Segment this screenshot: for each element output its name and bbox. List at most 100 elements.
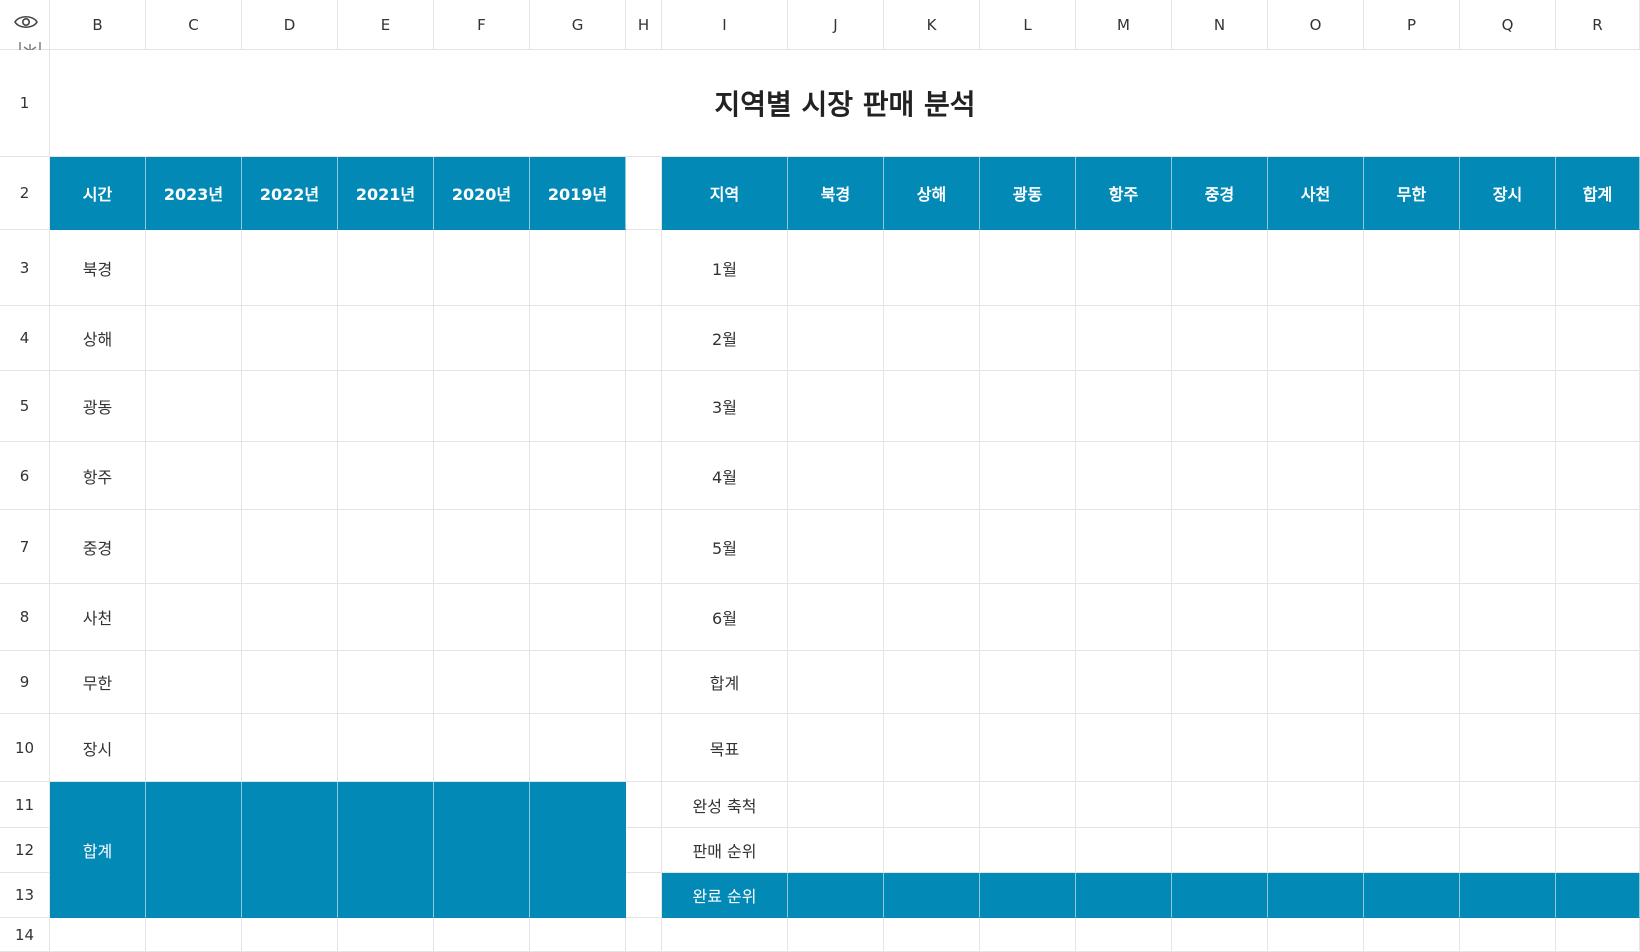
cell-l11[interactable] (980, 782, 1076, 828)
cell-g4[interactable] (530, 306, 626, 371)
column-header-p[interactable]: P (1364, 0, 1460, 50)
cell-g8[interactable] (530, 584, 626, 651)
cell-q7[interactable] (1460, 510, 1556, 584)
cell-n5[interactable] (1172, 371, 1268, 442)
row-header-9[interactable]: 9 (0, 651, 50, 714)
cell-h14[interactable] (626, 918, 662, 952)
total-value-cell[interactable] (338, 782, 434, 918)
cell-r14[interactable] (1556, 918, 1640, 952)
cell-l14[interactable] (980, 918, 1076, 952)
cell-c5[interactable] (146, 371, 242, 442)
month-label-cell[interactable]: 합계 (662, 651, 788, 714)
row-header-2[interactable]: 2 (0, 157, 50, 230)
row-header-5[interactable]: 5 (0, 371, 50, 442)
cell-r13[interactable] (1556, 873, 1640, 918)
region-label-cell[interactable]: 사천 (50, 584, 146, 651)
cell-m3[interactable] (1076, 230, 1172, 306)
cell-m12[interactable] (1076, 828, 1172, 873)
cell-p5[interactable] (1364, 371, 1460, 442)
region-label-cell[interactable]: 항주 (50, 442, 146, 510)
cell-g10[interactable] (530, 714, 626, 782)
cell-r11[interactable] (1556, 782, 1640, 828)
cell-g14[interactable] (530, 918, 626, 952)
cell-j5[interactable] (788, 371, 884, 442)
total-value-cell[interactable] (530, 782, 626, 918)
cell-i14[interactable] (662, 918, 788, 952)
cell-e7[interactable] (338, 510, 434, 584)
cell-q9[interactable] (1460, 651, 1556, 714)
cell-n8[interactable] (1172, 584, 1268, 651)
cell-j6[interactable] (788, 442, 884, 510)
cell-r6[interactable] (1556, 442, 1640, 510)
cell-h11[interactable] (626, 782, 662, 828)
row-header-8[interactable]: 8 (0, 584, 50, 651)
cell-r4[interactable] (1556, 306, 1640, 371)
row-header-4[interactable]: 4 (0, 306, 50, 371)
column-header-m[interactable]: M (1076, 0, 1172, 50)
right-header-cell[interactable]: 장시 (1460, 157, 1556, 230)
cell-k9[interactable] (884, 651, 980, 714)
cell-k13[interactable] (884, 873, 980, 918)
month-label-cell[interactable]: 4월 (662, 442, 788, 510)
cell-c6[interactable] (146, 442, 242, 510)
cell-l5[interactable] (980, 371, 1076, 442)
cell-l8[interactable] (980, 584, 1076, 651)
cell-c10[interactable] (146, 714, 242, 782)
cell-n9[interactable] (1172, 651, 1268, 714)
cell-q14[interactable] (1460, 918, 1556, 952)
row-header-3[interactable]: 3 (0, 230, 50, 306)
left-header-cell[interactable]: 2019년 (530, 157, 626, 230)
cell-o10[interactable] (1268, 714, 1364, 782)
cell-c8[interactable] (146, 584, 242, 651)
row-header-12[interactable]: 12 (0, 828, 50, 873)
right-header-cell[interactable]: 북경 (788, 157, 884, 230)
cell-p4[interactable] (1364, 306, 1460, 371)
row-header-13[interactable]: 13 (0, 873, 50, 918)
cell-j3[interactable] (788, 230, 884, 306)
cell-k14[interactable] (884, 918, 980, 952)
cell-k3[interactable] (884, 230, 980, 306)
cell-n12[interactable] (1172, 828, 1268, 873)
column-header-e[interactable]: E (338, 0, 434, 50)
row-header-10[interactable]: 10 (0, 714, 50, 782)
total-value-cell[interactable] (434, 782, 530, 918)
cell-o9[interactable] (1268, 651, 1364, 714)
cell-d9[interactable] (242, 651, 338, 714)
cell-n7[interactable] (1172, 510, 1268, 584)
cell-l12[interactable] (980, 828, 1076, 873)
cell-e14[interactable] (338, 918, 434, 952)
left-header-cell[interactable]: 2022년 (242, 157, 338, 230)
column-header-k[interactable]: K (884, 0, 980, 50)
cell-d6[interactable] (242, 442, 338, 510)
cell-h6[interactable] (626, 442, 662, 510)
cell-h7[interactable] (626, 510, 662, 584)
month-label-cell[interactable]: 3월 (662, 371, 788, 442)
cell-f6[interactable] (434, 442, 530, 510)
month-label-cell[interactable]: 6월 (662, 584, 788, 651)
row-header-1[interactable]: 1 (0, 50, 50, 157)
region-label-cell[interactable]: 무한 (50, 651, 146, 714)
cell-q5[interactable] (1460, 371, 1556, 442)
row-header-11[interactable]: 11 (0, 782, 50, 828)
column-header-f[interactable]: F (434, 0, 530, 50)
cell-p6[interactable] (1364, 442, 1460, 510)
cell-q12[interactable] (1460, 828, 1556, 873)
month-label-cell[interactable]: 판매 순위 (662, 828, 788, 873)
right-header-cell[interactable]: 광동 (980, 157, 1076, 230)
region-label-cell[interactable]: 장시 (50, 714, 146, 782)
cell-j11[interactable] (788, 782, 884, 828)
cell-d14[interactable] (242, 918, 338, 952)
right-header-cell[interactable]: 중경 (1172, 157, 1268, 230)
cell-r3[interactable] (1556, 230, 1640, 306)
cell-m9[interactable] (1076, 651, 1172, 714)
eye-icon[interactable] (14, 14, 38, 30)
cell-b14[interactable] (50, 918, 146, 952)
cell-o3[interactable] (1268, 230, 1364, 306)
cell-l6[interactable] (980, 442, 1076, 510)
row-header-7[interactable]: 7 (0, 510, 50, 584)
cell-r5[interactable] (1556, 371, 1640, 442)
cell-h8[interactable] (626, 584, 662, 651)
cell-d8[interactable] (242, 584, 338, 651)
total-value-cell[interactable] (242, 782, 338, 918)
left-header-cell[interactable]: 2020년 (434, 157, 530, 230)
